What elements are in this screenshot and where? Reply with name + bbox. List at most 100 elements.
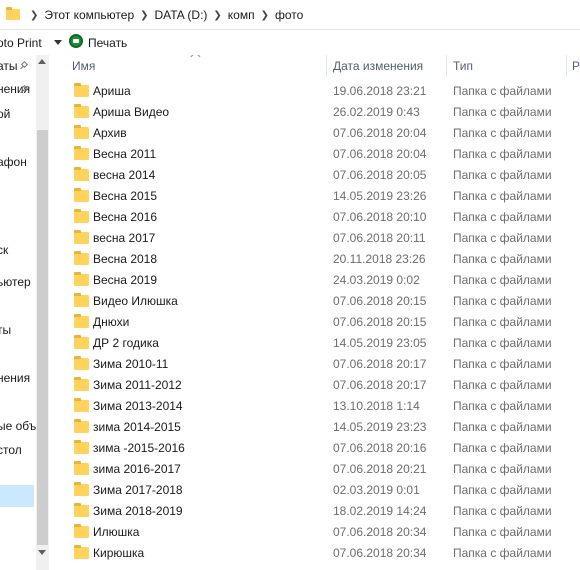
nav-item-3[interactable]: ой (0, 107, 10, 121)
file-name: зима -2015-2016 (93, 441, 185, 455)
folder-icon (74, 503, 89, 517)
folder-icon (74, 125, 89, 139)
list-item[interactable]: весна 2017 07.06.2018 20:11 Папка с файлам… (50, 228, 580, 249)
nav-item-9[interactable]: ые объ (0, 419, 36, 433)
list-item[interactable]: Весна 2016 07.06.2018 20:10 Папка с файлам… (50, 207, 580, 228)
file-date: 07.06.2018 20:04 (333, 147, 427, 161)
file-type: Папка с файлами (453, 546, 552, 560)
pin-icon[interactable] (20, 62, 29, 71)
file-type: Папка с файлами (453, 126, 552, 140)
folder-icon (74, 83, 89, 97)
list-item[interactable]: Видео Илюшка 07.06.2018 20:15 Папка с файл… (50, 291, 580, 312)
list-item[interactable]: Илюшка 07.06.2018 20:34 Папка с файлами (50, 522, 580, 543)
list-item[interactable]: Весна 2018 20.11.2018 23:26 Папка с файлам… (50, 249, 580, 270)
file-type: Папка с файлами (453, 525, 552, 539)
list-item[interactable]: зима 2016-2017 07.06.2018 20:21 Папка с фа… (50, 459, 580, 480)
file-type: Папка с файлами (453, 252, 552, 266)
nav-item-4[interactable]: афон (0, 155, 27, 169)
command-bar: oto Print Печать (0, 31, 580, 55)
nav-item-8[interactable]: нения (0, 371, 30, 385)
file-date: 02.03.2019 0:01 (333, 483, 420, 497)
nav-item-6[interactable]: ьютер (0, 275, 31, 289)
file-name: Зима 2010-11 (93, 357, 169, 371)
list-item[interactable]: весна 2014 07.06.2018 20:05 Папка с файлам… (50, 165, 580, 186)
file-date: 07.06.2018 20:34 (333, 525, 427, 539)
file-name: Весна 2011 (93, 147, 157, 161)
column-name[interactable]: Имя (72, 59, 95, 73)
nav-item-10[interactable]: стол (0, 443, 22, 457)
list-item[interactable]: Архив 07.06.2018 20:04 Папка с файлами (50, 123, 580, 144)
file-type: Папка с файлами (453, 378, 552, 392)
file-date: 07.06.2018 20:10 (333, 210, 427, 224)
file-name: Весна 2018 (93, 252, 158, 266)
navigation-pane: аты нения ой афон ск ьютер ты нения ые о… (0, 55, 36, 570)
chevron-down-icon[interactable] (54, 40, 62, 45)
breadcrumb-data-drive[interactable]: DATA (D:) (155, 8, 208, 22)
file-name: Видео Илюшка (93, 294, 178, 308)
list-item[interactable]: Зима 2010-11 07.06.2018 20:17 Папка с файл… (50, 354, 580, 375)
folder-icon (74, 545, 89, 559)
scroll-up-icon[interactable] (38, 59, 46, 64)
file-type: Папка с файлами (453, 336, 552, 350)
list-item[interactable]: Ариша 19.06.2018 23:21 Папка с файлами (50, 81, 580, 102)
list-item[interactable]: Весна 2011 07.06.2018 20:04 Папка с файлам… (50, 144, 580, 165)
file-name: Кирюшка (93, 546, 145, 560)
chevron-right-icon[interactable]: ❯ (30, 10, 38, 21)
list-item[interactable]: ДР 2 годика 14.05.2019 23:05 Папка с файла… (50, 333, 580, 354)
chevron-right-icon[interactable]: ❯ (213, 10, 221, 21)
column-divider[interactable] (446, 55, 447, 77)
file-type: Папка с файлами (453, 462, 552, 476)
list-item[interactable]: Днюхи 07.06.2018 20:15 Папка с файлами (50, 312, 580, 333)
nav-item-7[interactable]: ты (0, 323, 11, 337)
list-item[interactable]: Ариша Видео 26.02.2019 0:43 Папка с файлам… (50, 102, 580, 123)
file-date: 07.06.2018 20:11 (333, 231, 426, 245)
folder-icon (74, 440, 89, 454)
list-item[interactable]: зима -2015-2016 07.06.2018 20:16 Папка с ф… (50, 438, 580, 459)
column-divider[interactable] (566, 55, 567, 77)
folder-icon (74, 461, 89, 475)
folder-icon (74, 251, 89, 265)
breadcrumb-foto[interactable]: фото (275, 8, 303, 22)
file-date: 26.02.2019 0:43 (333, 105, 420, 119)
scroll-down-icon[interactable] (38, 550, 46, 555)
list-item[interactable]: Весна 2019 24.03.2019 0:02 Папка с файлами (50, 270, 580, 291)
print-icon[interactable] (69, 34, 83, 48)
file-date: 14.05.2019 23:26 (333, 189, 427, 203)
folder-icon (74, 377, 89, 391)
file-type: Папка с файлами (453, 231, 552, 245)
scroll-thumb[interactable] (37, 130, 48, 545)
column-header: Имя Дата изменения Тип Р (50, 55, 580, 77)
list-item[interactable]: зима 2014-2015 14.05.2019 23:23 Папка с фа… (50, 417, 580, 438)
list-item[interactable]: Кирюшка 07.06.2018 20:34 Папка с файлами (50, 543, 580, 564)
nav-item-1[interactable]: аты (0, 59, 18, 73)
column-type[interactable]: Тип (453, 59, 473, 73)
file-date: 18.02.2019 14:24 (333, 504, 427, 518)
chevron-right-icon[interactable]: ❯ (140, 10, 148, 21)
folder-icon (74, 482, 89, 496)
file-date: 14.05.2019 23:23 (333, 420, 427, 434)
breadcrumb-this-pc[interactable]: Этот компьютер (44, 8, 134, 22)
file-type: Папка с файлами (453, 399, 552, 413)
list-item[interactable]: Зима 2017-2018 02.03.2019 0:01 Папка с фай… (50, 480, 580, 501)
column-date[interactable]: Дата изменения (333, 59, 423, 73)
list-item[interactable]: Зима 2018-2019 18.02.2019 14:24 Папка с фа… (50, 501, 580, 522)
photo-print-button[interactable]: oto Print (0, 36, 42, 50)
column-size[interactable]: Р (572, 59, 580, 73)
file-date: 07.06.2018 20:17 (333, 378, 427, 392)
file-date: 07.06.2018 20:15 (333, 294, 427, 308)
file-name: Днюхи (93, 315, 130, 329)
file-name: ДР 2 годика (93, 336, 159, 350)
file-type: Папка с файлами (453, 504, 552, 518)
chevron-right-icon[interactable]: ❯ (261, 10, 269, 21)
breadcrumb-komp[interactable]: комп (228, 8, 255, 22)
nav-item-5[interactable]: ск (0, 243, 8, 257)
list-item[interactable]: Весна 2015 14.05.2019 23:26 Папка с файлам… (50, 186, 580, 207)
list-item[interactable]: Зима 2013-2014 13.10.2018 1:14 Папка с фай… (50, 396, 580, 417)
file-date: 19.06.2018 23:21 (333, 84, 427, 98)
address-bar[interactable]: ❯ Этот компьютер ❯ DATA (D:) ❯ комп ❯ фо… (0, 0, 580, 30)
print-button[interactable]: Печать (88, 36, 127, 50)
column-divider[interactable] (326, 55, 327, 77)
pin-icon[interactable] (20, 86, 29, 95)
nav-scrollbar[interactable] (36, 55, 49, 570)
list-item[interactable]: Зима 2011-2012 07.06.2018 20:17 Папка с фа… (50, 375, 580, 396)
